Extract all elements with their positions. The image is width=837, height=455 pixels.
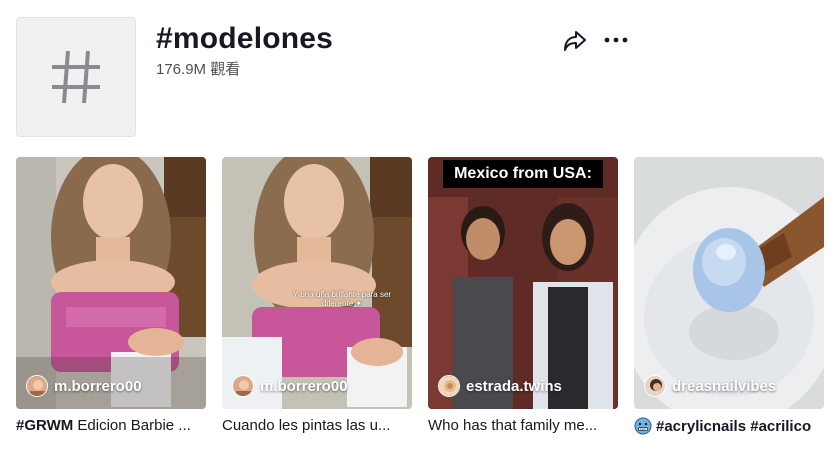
author-name[interactable]: m.borrero00 bbox=[54, 378, 142, 395]
caption-hashtag[interactable]: #acrylicnails #acrilico bbox=[656, 418, 811, 435]
video-caption[interactable]: #GRWM Edicion Barbie ... bbox=[16, 417, 206, 435]
video-card[interactable]: Y una uña brillante para ser diferente ✦… bbox=[222, 157, 412, 447]
hashtag-thumbnail bbox=[16, 17, 136, 137]
video-caption[interactable]: Cuando les pintas las u... bbox=[222, 417, 412, 435]
view-count: 176.9M 觀看 bbox=[156, 61, 241, 78]
avatar[interactable] bbox=[232, 375, 254, 397]
video-cover[interactable]: Y una uña brillante para ser diferente ✦… bbox=[222, 157, 412, 409]
author-name[interactable]: estrada.twins bbox=[466, 378, 562, 395]
video-thumbnail bbox=[16, 157, 206, 409]
caption-text: Edicion Barbie ... bbox=[73, 417, 191, 434]
avatar[interactable] bbox=[644, 375, 666, 397]
hashtag-icon bbox=[52, 50, 100, 104]
video-cover[interactable]: Mexico from USA: estrada.twins bbox=[428, 157, 618, 409]
cold-face-emoji-icon bbox=[634, 417, 652, 435]
video-author[interactable]: m.borrero00 bbox=[26, 375, 142, 397]
page-title: #modelones bbox=[156, 22, 334, 55]
video-caption[interactable]: Who has that family me... bbox=[428, 417, 618, 435]
video-overlay-text: Y una uña brillante para ser diferente ✦ bbox=[292, 290, 392, 308]
video-author[interactable]: estrada.twins bbox=[438, 375, 562, 397]
video-card[interactable]: dreasnailvibes #acrylicnails #acrilico bbox=[634, 157, 824, 447]
share-button[interactable] bbox=[562, 28, 588, 54]
video-caption[interactable]: #acrylicnails #acrilico bbox=[634, 417, 824, 436]
more-options-button[interactable] bbox=[603, 30, 629, 50]
video-card[interactable]: m.borrero00 #GRWM Edicion Barbie ... bbox=[16, 157, 206, 447]
share-icon bbox=[564, 31, 586, 51]
author-name[interactable]: m.borrero00 bbox=[260, 378, 348, 395]
more-icon bbox=[604, 37, 628, 43]
video-banner-text: Mexico from USA: bbox=[443, 160, 603, 188]
video-author[interactable]: m.borrero00 bbox=[232, 375, 348, 397]
video-cover[interactable]: m.borrero00 bbox=[16, 157, 206, 409]
video-cover[interactable]: dreasnailvibes bbox=[634, 157, 824, 409]
video-thumbnail bbox=[634, 157, 824, 409]
video-grid: m.borrero00 #GRWM Edicion Barbie ... Y u… bbox=[16, 157, 826, 447]
video-thumbnail bbox=[428, 157, 618, 409]
avatar[interactable] bbox=[26, 375, 48, 397]
video-thumbnail bbox=[222, 157, 412, 409]
video-card[interactable]: Mexico from USA: estrada.twins Who has t… bbox=[428, 157, 618, 447]
avatar[interactable] bbox=[438, 375, 460, 397]
video-author[interactable]: dreasnailvibes bbox=[644, 375, 776, 397]
caption-hashtag[interactable]: #GRWM bbox=[16, 417, 73, 434]
author-name[interactable]: dreasnailvibes bbox=[672, 378, 776, 395]
